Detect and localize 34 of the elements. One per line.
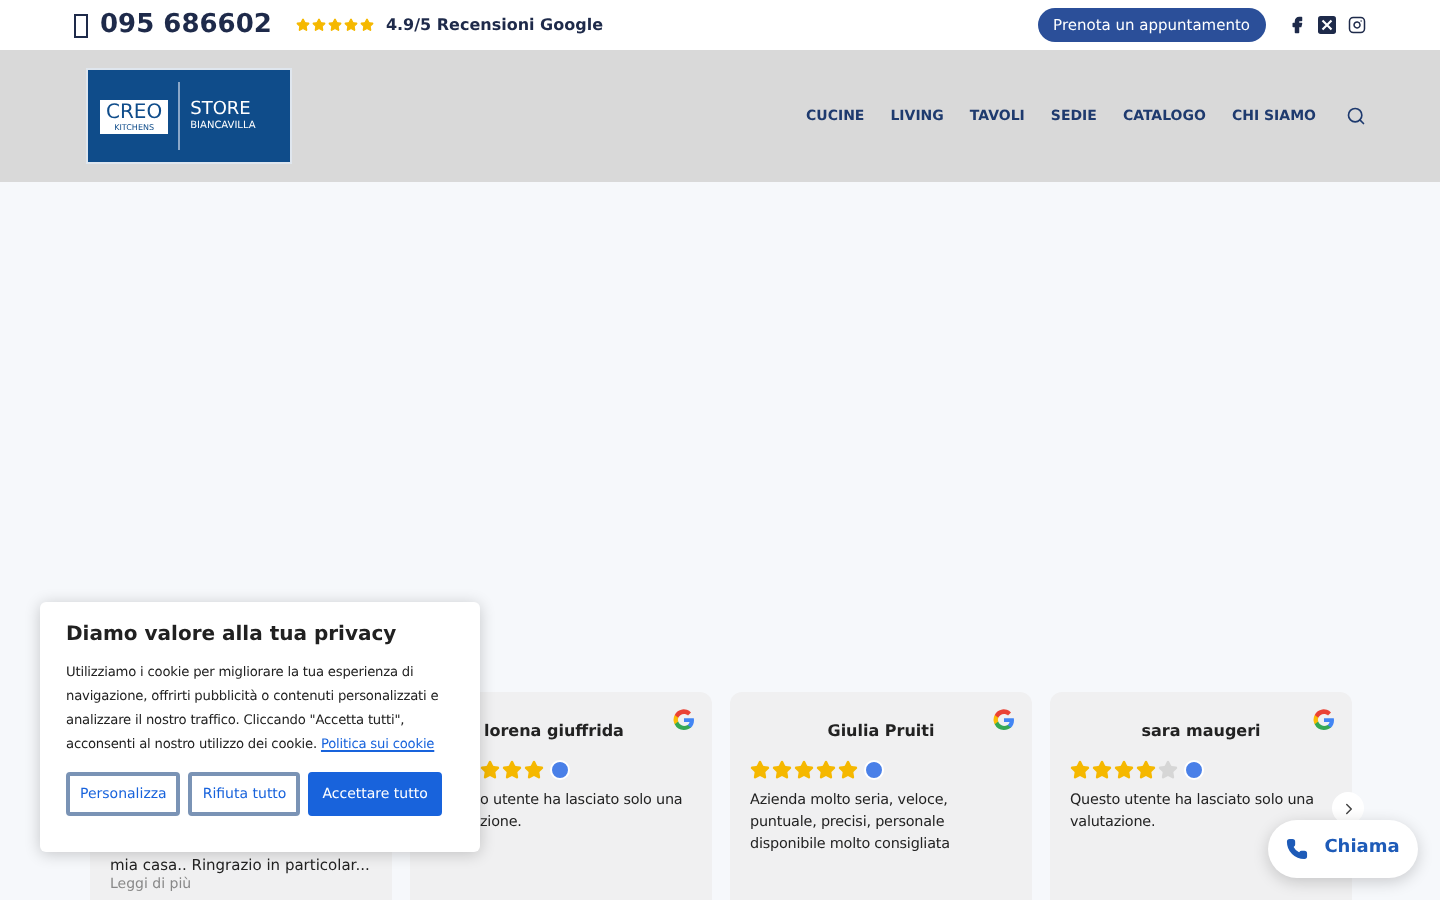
instagram-icon[interactable] — [1348, 16, 1366, 34]
google-icon — [672, 708, 696, 732]
verified-badge-icon — [1186, 762, 1202, 778]
star-icon — [1070, 760, 1090, 780]
verified-badge-icon — [866, 762, 882, 778]
phone-icon — [1286, 838, 1309, 860]
star-icon — [772, 760, 792, 780]
reviewer-name: lorena giuffrida — [484, 720, 624, 744]
reviewer-name: sara maugeri — [1139, 720, 1263, 744]
star-icon — [794, 760, 814, 780]
verified-badge-icon — [552, 762, 568, 778]
logo-store: STORE — [190, 99, 253, 119]
google-icon — [992, 708, 1016, 732]
star-icon — [480, 760, 500, 780]
star-icon — [1114, 760, 1134, 780]
star-icon — [1136, 760, 1156, 780]
star-icon — [502, 760, 522, 780]
phone-number[interactable]: 095 686602 — [100, 5, 272, 45]
facebook-icon[interactable] — [1288, 16, 1306, 34]
star-icon — [524, 760, 544, 780]
call-button[interactable]: Chiama — [1268, 820, 1418, 878]
star-icon — [816, 760, 836, 780]
star-icon — [750, 760, 770, 780]
x-logo-icon[interactable] — [1318, 16, 1336, 34]
missing-glyph-icon — [74, 13, 88, 37]
reviewer-name: Giulia Pruiti — [825, 720, 937, 744]
logo-brand: CREO — [106, 101, 163, 123]
star-icon — [1158, 760, 1178, 780]
google-icon — [1312, 708, 1336, 732]
rating-text: 4.9/5 Recensioni Google — [385, 13, 604, 37]
cookie-title: Diamo valore alla tua privacy — [66, 622, 399, 650]
star-icon — [1092, 760, 1112, 780]
search-icon[interactable] — [1346, 106, 1366, 126]
star-icon — [838, 760, 858, 780]
